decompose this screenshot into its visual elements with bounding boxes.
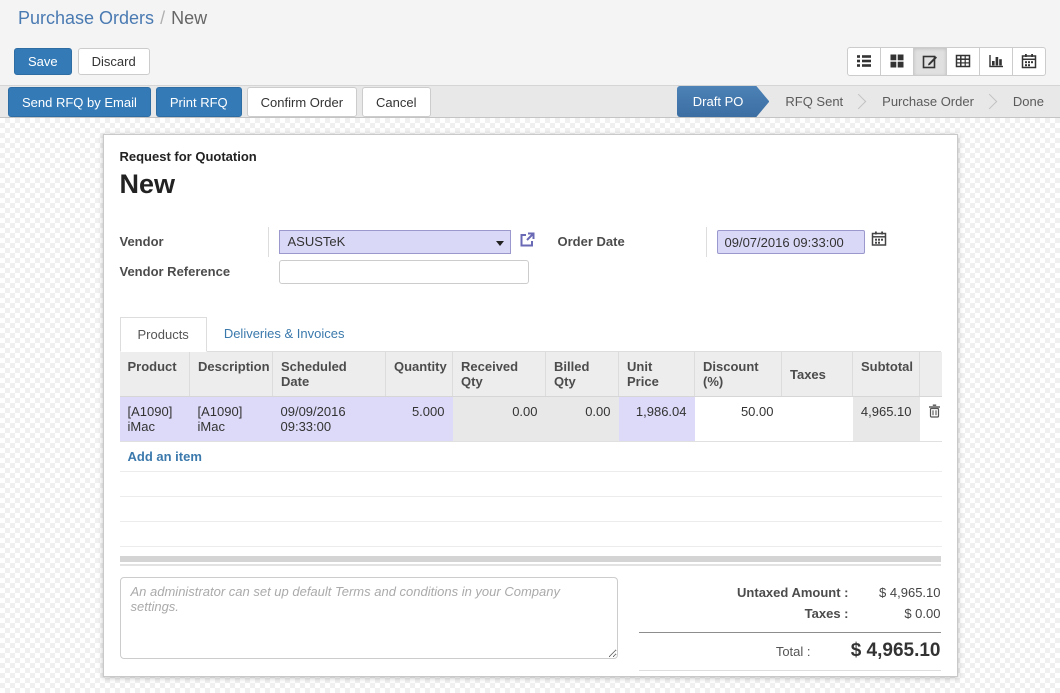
cell-quantity[interactable]: 5.000 [386, 397, 453, 442]
breadcrumb-separator: / [154, 8, 171, 28]
order-date-input[interactable] [717, 230, 865, 254]
confirm-order-button[interactable]: Confirm Order [247, 87, 357, 117]
untaxed-amount-label: Untaxed Amount : [737, 585, 848, 600]
col-taxes: Taxes [782, 352, 853, 397]
pivot-icon [955, 53, 971, 69]
toolbar: Save Discard [0, 37, 1060, 85]
kanban-view-button[interactable] [880, 47, 914, 76]
col-discount: Discount (%) [695, 352, 782, 397]
footer-section: Untaxed Amount : $ 4,965.10 Taxes : $ 0.… [120, 577, 941, 671]
pivot-view-button[interactable] [946, 47, 980, 76]
taxes-label: Taxes : [805, 606, 849, 621]
statusbar-step-purchase-order[interactable]: Purchase Order [866, 86, 990, 117]
graph-icon [988, 53, 1004, 69]
view-switcher [847, 47, 1046, 76]
vendor-reference-label: Vendor Reference [120, 257, 268, 287]
field-group: Vendor ASUSTeK Vendor Reference [120, 227, 941, 287]
totals-block: Untaxed Amount : $ 4,965.10 Taxes : $ 0.… [639, 577, 941, 671]
empty-row [120, 472, 942, 497]
col-scheduled-date: Scheduled Date [273, 352, 386, 397]
add-item-row: Add an item [120, 442, 942, 472]
statusbar-step-rfq-sent[interactable]: RFQ Sent [769, 86, 859, 117]
cell-billed-qty: 0.00 [546, 397, 619, 442]
taxes-value: $ 0.00 [849, 606, 941, 621]
table-header-row: Product Description Scheduled Date Quant… [120, 352, 942, 397]
trash-icon [928, 406, 941, 421]
page-title: New [120, 169, 941, 200]
col-product: Product [120, 352, 190, 397]
terms-conditions-textarea[interactable] [120, 577, 618, 659]
untaxed-amount-value: $ 4,965.10 [849, 585, 941, 600]
form-edit-icon [922, 53, 938, 69]
discard-button[interactable]: Discard [78, 48, 150, 75]
order-date-label: Order Date [558, 227, 706, 257]
vendor-select[interactable]: ASUSTeK [279, 230, 511, 254]
calendar-icon [1021, 53, 1037, 69]
breadcrumb-current: New [171, 8, 207, 28]
statusbar-step-done[interactable]: Done [997, 86, 1060, 117]
cell-taxes[interactable] [782, 397, 853, 442]
date-picker-button[interactable] [871, 230, 887, 252]
cell-received-qty: 0.00 [453, 397, 546, 442]
notebook-tabs: Products Deliveries & Invoices [120, 316, 941, 352]
tab-deliveries-invoices[interactable]: Deliveries & Invoices [207, 317, 362, 352]
add-an-item-link[interactable]: Add an item [128, 449, 202, 464]
form-sheet: Request for Quotation New Vendor ASUSTeK [103, 134, 958, 677]
form-background: Request for Quotation New Vendor ASUSTeK [0, 118, 1060, 693]
cell-scheduled-date[interactable]: 09/09/2016 09:33:00 [273, 397, 386, 442]
col-actions [920, 352, 942, 397]
section-separator [120, 556, 941, 562]
calendar-icon [871, 230, 887, 252]
open-vendor-record-button[interactable] [518, 231, 536, 254]
vendor-label: Vendor [120, 227, 268, 257]
cell-description[interactable]: [A1090] iMac [190, 397, 273, 442]
kanban-icon [889, 53, 905, 69]
save-button[interactable]: Save [14, 48, 72, 75]
form-view-button[interactable] [913, 47, 947, 76]
vendor-reference-input[interactable] [279, 260, 529, 284]
empty-row [120, 522, 942, 547]
form-subtitle: Request for Quotation [120, 149, 941, 164]
calendar-view-button[interactable] [1012, 47, 1046, 76]
status-row: Send RFQ by Email Print RFQ Confirm Orde… [0, 85, 1060, 118]
col-subtotal: Subtotal [853, 352, 920, 397]
breadcrumb-purchase-orders[interactable]: Purchase Orders [18, 8, 154, 28]
status-actions: Send RFQ by Email Print RFQ Confirm Orde… [8, 86, 431, 117]
col-quantity: Quantity [386, 352, 453, 397]
tab-products[interactable]: Products [120, 317, 207, 352]
col-received-qty: Received Qty [453, 352, 546, 397]
total-value: $ 4,965.10 [811, 640, 941, 662]
list-icon [856, 53, 872, 69]
cell-subtotal: 4,965.10 [853, 397, 920, 442]
print-rfq-button[interactable]: Print RFQ [156, 87, 242, 117]
total-label: Total : [776, 644, 811, 659]
caret-down-icon [496, 241, 504, 246]
col-description: Description [190, 352, 273, 397]
statusbar-step-draft-po[interactable]: Draft PO [677, 86, 770, 117]
delete-line-button[interactable] [920, 397, 942, 442]
send-rfq-button[interactable]: Send RFQ by Email [8, 87, 151, 117]
cancel-button[interactable]: Cancel [362, 87, 430, 117]
table-row: [A1090] iMac [A1090] iMac 09/09/2016 09:… [120, 397, 942, 442]
cell-discount[interactable]: 50.00 [695, 397, 782, 442]
cell-product[interactable]: [A1090] iMac [120, 397, 190, 442]
list-view-button[interactable] [847, 47, 881, 76]
graph-view-button[interactable] [979, 47, 1013, 76]
section-separator-line [120, 564, 941, 566]
cell-unit-price[interactable]: 1,986.04 [619, 397, 695, 442]
statusbar: Draft PO RFQ Sent Purchase Order Done [677, 86, 1060, 117]
order-lines-table: Product Description Scheduled Date Quant… [120, 352, 942, 547]
col-billed-qty: Billed Qty [546, 352, 619, 397]
breadcrumb: Purchase Orders/New [0, 0, 1060, 37]
col-unit-price: Unit Price [619, 352, 695, 397]
external-link-icon [518, 231, 536, 254]
empty-row [120, 497, 942, 522]
vendor-value: ASUSTeK [288, 234, 346, 249]
